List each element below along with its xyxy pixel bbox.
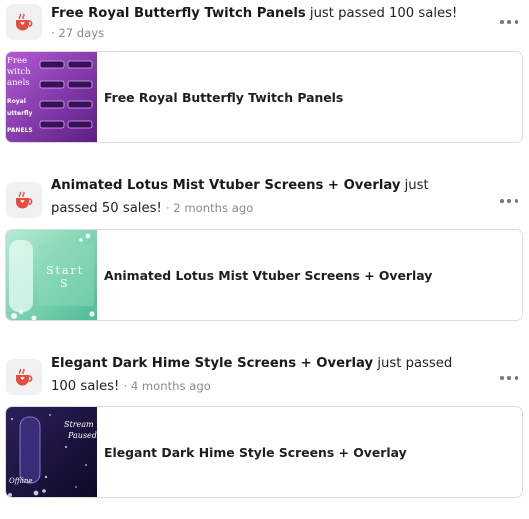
product-thumbnail: Stream Paused Offline	[6, 407, 97, 497]
thumb-text: PANELS	[7, 127, 33, 134]
coffee-cup-icon	[16, 191, 33, 209]
post-headline: Animated Lotus Mist Vtuber Screens + Ove…	[51, 174, 461, 220]
post-headline: Free Royal Butterfly Twitch Panels just …	[51, 2, 461, 25]
product-card-title[interactable]: Elegant Dark Hime Style Screens + Overla…	[104, 407, 407, 497]
shop-avatar[interactable]	[6, 4, 42, 40]
more-options-button[interactable]	[500, 17, 518, 27]
thumb-text: Start	[46, 264, 85, 277]
post-product-link[interactable]: Animated Lotus Mist Vtuber Screens + Ove…	[51, 178, 400, 193]
post-headline: Elegant Dark Hime Style Screens + Overla…	[51, 352, 461, 398]
product-card[interactable]: Free witch anels Royal utterfly PANELS F…	[5, 51, 523, 143]
post-product-link[interactable]: Elegant Dark Hime Style Screens + Overla…	[51, 356, 373, 371]
post-text: just passed	[377, 356, 453, 371]
product-thumbnail: Start S	[6, 230, 97, 320]
more-options-button[interactable]	[500, 196, 518, 206]
post-timestamp: · 4 months ago	[123, 379, 211, 393]
coffee-cup-icon	[16, 13, 33, 31]
product-card-title[interactable]: Animated Lotus Mist Vtuber Screens + Ove…	[104, 230, 432, 320]
more-horizontal-icon	[500, 376, 504, 380]
post-timestamp: · 2 months ago	[165, 201, 254, 215]
post-text: just passed 100 sales!	[309, 6, 458, 21]
post-product-link[interactable]: Free Royal Butterfly Twitch Panels	[51, 6, 306, 21]
thumb-text: Stream	[64, 420, 94, 429]
product-card[interactable]: Stream Paused Offline Elegant Dark Hime …	[5, 406, 523, 498]
thumb-text: Free	[7, 56, 28, 66]
more-horizontal-icon	[500, 199, 504, 203]
thumb-text: anels	[7, 78, 30, 88]
coffee-cup-icon	[16, 368, 33, 386]
thumb-text: utterfly	[7, 110, 33, 117]
product-card[interactable]: Start S Animated Lotus Mist Vtuber Scree…	[5, 229, 523, 321]
thumb-text: Offline	[9, 477, 33, 485]
more-horizontal-icon	[500, 20, 504, 24]
product-card-title[interactable]: Free Royal Butterfly Twitch Panels	[104, 52, 343, 142]
thumb-text: Paused	[68, 431, 97, 440]
post-timestamp: · 27 days	[51, 26, 105, 40]
shop-avatar[interactable]	[6, 182, 42, 218]
post-text: passed 50 sales!	[51, 201, 162, 216]
more-options-button[interactable]	[500, 373, 518, 383]
post-text: just	[404, 178, 429, 193]
thumb-text: Royal	[7, 98, 26, 105]
thumb-text: witch	[7, 67, 31, 77]
shop-avatar[interactable]	[6, 359, 42, 395]
post-text: 100 sales!	[51, 379, 120, 394]
thumb-text: S	[60, 277, 70, 290]
product-thumbnail: Free witch anels Royal utterfly PANELS	[6, 52, 97, 142]
